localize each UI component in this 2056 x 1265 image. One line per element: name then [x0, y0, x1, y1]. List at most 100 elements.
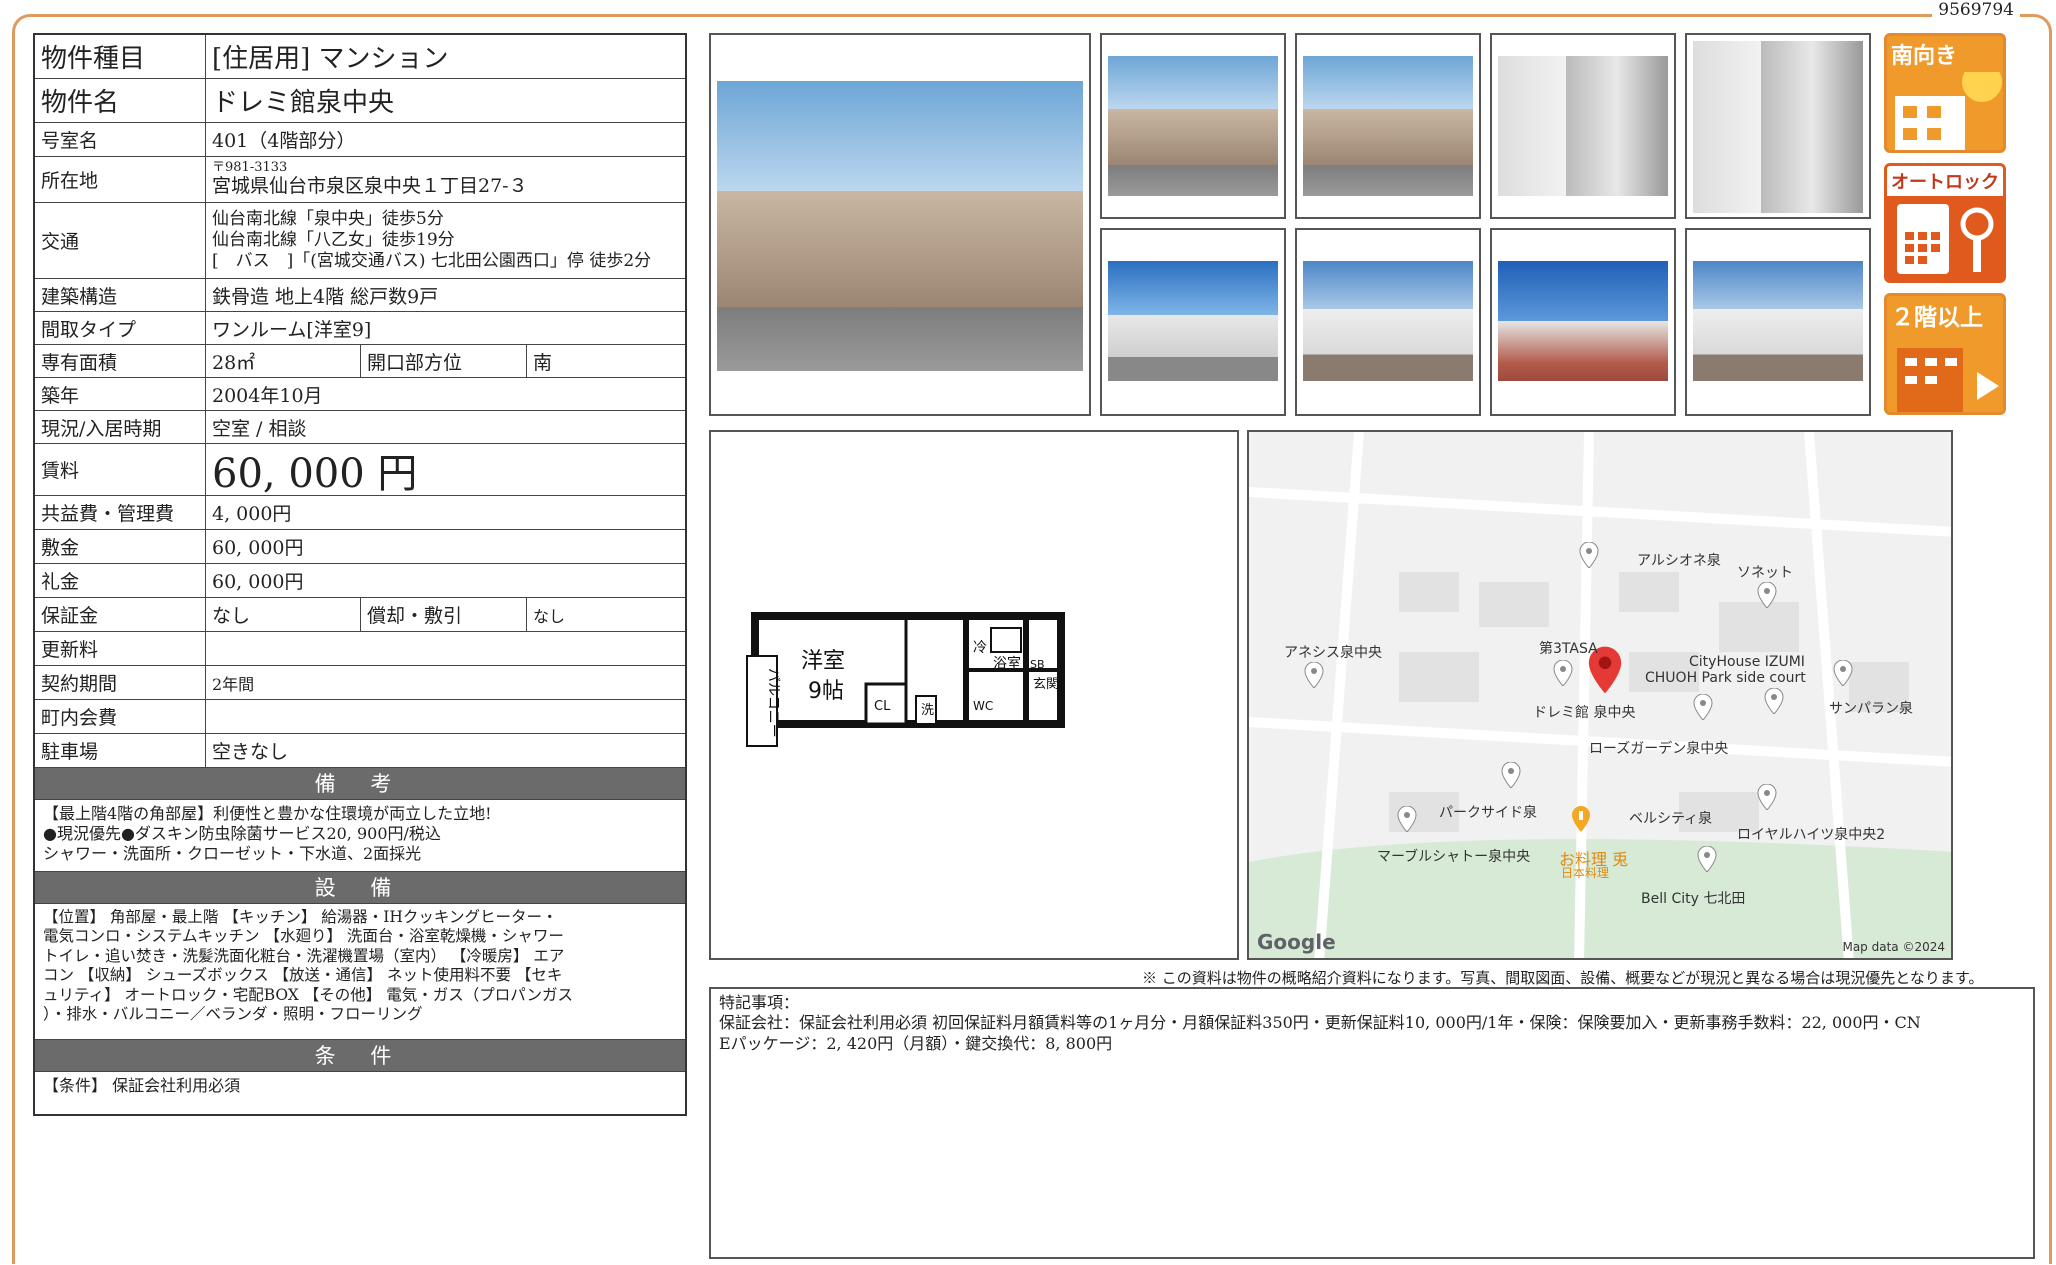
key-money-label: 礼金: [35, 564, 206, 597]
community-label: 町内会費: [35, 700, 206, 733]
fee-value: 4, 000円: [212, 503, 292, 525]
contract-value: 2年間: [212, 674, 255, 694]
photo-image: [1108, 56, 1278, 196]
facilities-heading: 設 備: [35, 872, 685, 904]
row-fee: 共益費・管理費 4, 000円: [35, 496, 685, 530]
map-label: ソネット: [1737, 565, 1793, 581]
transit-line: 仙台南北線「泉中央」徒歩5分: [212, 208, 444, 229]
map-label: CHUOH Park side court: [1645, 670, 1806, 686]
map-pin-icon: [1553, 660, 1573, 686]
photo-mall[interactable]: [1295, 228, 1481, 416]
photo-lobby[interactable]: [1685, 33, 1871, 219]
row-type: 物件種目 [住居用] マンション: [35, 35, 685, 79]
map-label-property: ドレミ館 泉中央: [1533, 705, 1636, 721]
map-pin-icon: [1579, 542, 1599, 568]
special-notes-box: 特記事項： 保証会社：保証会社利用必須 初回保証料月額賃料等の1ヶ月分・月額保証…: [709, 987, 2035, 1259]
built-label: 築年: [35, 378, 206, 410]
row-structure: 建築構造 鉄骨造 地上4階 総戸数9戸: [35, 279, 685, 312]
amortization-value: なし: [533, 606, 566, 626]
autolock-label: オートロック: [1887, 166, 2003, 196]
amortization-label: 償却・敷引: [361, 598, 527, 631]
layout-value: ワンルーム[洋室9]: [212, 318, 372, 341]
deposit-value: 60, 000円: [212, 537, 304, 559]
photo-entrance[interactable]: [1490, 33, 1676, 219]
map-label: ロイヤルハイツ泉中央2: [1737, 827, 1886, 843]
renewal-label: 更新料: [35, 632, 206, 665]
name-label: 物件名: [35, 79, 206, 122]
balcony-label: バルコニー: [765, 668, 781, 738]
row-transit: 交通 仙台南北線「泉中央」徒歩5分 仙台南北線「八乙女」徒歩19分 [ バス ]…: [35, 203, 685, 279]
type-value: [住居用] マンション: [212, 44, 449, 74]
room-label: 号室名: [35, 123, 206, 156]
map-label: サンパラン泉: [1829, 701, 1913, 717]
floorplan-diagram: 洋室 9帖 バルコニー 浴室 冷 SB 玄関 CL 洗 WC: [746, 612, 1065, 747]
facilities-text: 【位置】 角部屋・最上階 【キッチン】 給湯器・IHクッキングヒーター・ 電気コ…: [35, 904, 685, 1040]
deposit-label: 敷金: [35, 530, 206, 563]
structure-value: 鉄骨造 地上4階 総戸数9戸: [212, 285, 439, 308]
status-value: 空室 / 相談: [212, 417, 307, 440]
room-name: 洋室: [801, 649, 845, 674]
row-room: 号室名 401（4階部分）: [35, 123, 685, 157]
map-label: アネシス泉中央: [1284, 645, 1382, 661]
location-map[interactable]: アルシオネ泉 ソネット アネシス泉中央 第3TASA CityHouse IZU…: [1247, 430, 1953, 960]
row-address: 所在地 〒981-3133 宮城県仙台市泉区泉中央１丁目27-３: [35, 157, 685, 203]
property-spec-table: 物件種目 [住居用] マンション 物件名 ドレミ館泉中央 号室名 401（4階部…: [33, 33, 687, 1116]
map-label: ローズガーデン泉中央: [1589, 741, 1729, 757]
built-value: 2004年10月: [212, 384, 323, 407]
map-pin-icon: [1397, 806, 1417, 832]
row-renewal: 更新料: [35, 632, 685, 666]
photo-image: [1303, 261, 1473, 381]
map-label-restaurant-sub: 日本料理: [1561, 866, 1610, 880]
row-key-money: 礼金 60, 000円: [35, 564, 685, 598]
address-zip: 〒981-3133: [212, 160, 288, 176]
south-facing-label: 南向き: [1891, 44, 1958, 69]
layout-label: 間取タイプ: [35, 312, 206, 344]
photo-parking[interactable]: [1100, 228, 1286, 416]
map-label: Bell City 七北田: [1641, 891, 1746, 907]
address-cell: 〒981-3133 宮城県仙台市泉区泉中央１丁目27-３: [206, 157, 685, 202]
upper-floor-label: ２階以上: [1891, 305, 1983, 331]
row-community: 町内会費: [35, 700, 685, 734]
special-notes-line: Eパッケージ：2, 420円（月額）・鍵交換代：8, 800円: [719, 1033, 1113, 1053]
map-pin-icon: [1764, 688, 1784, 714]
wc-label: WC: [973, 699, 993, 713]
photo-exterior-main[interactable]: [709, 33, 1091, 416]
orientation-value: 南: [533, 351, 553, 374]
photo-image: [1693, 41, 1863, 213]
map-pin-icon: [1304, 662, 1324, 688]
orientation-label: 開口部方位: [361, 345, 527, 377]
renewal-value: [206, 632, 685, 665]
room-value: 401（4階部分）: [212, 130, 356, 152]
parking-label: 駐車場: [35, 734, 206, 767]
map-label: マーブルシャトー泉中央: [1377, 849, 1531, 865]
address-label: 所在地: [35, 157, 206, 202]
key-money-value: 60, 000円: [212, 571, 304, 593]
disclaimer-note: ※ この資料は物件の概略紹介資料になります。写真、間取図面、設備、概要などが現況…: [1142, 969, 1984, 987]
contract-label: 契約期間: [35, 666, 206, 699]
photo-image: [1303, 56, 1473, 196]
photo-exterior-3[interactable]: [1295, 33, 1481, 219]
closet-label: CL: [874, 699, 891, 714]
map-pin-icon: [1757, 784, 1777, 810]
restaurant-pin-icon: [1572, 806, 1590, 832]
row-contract: 契約期間 2年間: [35, 666, 685, 700]
special-notes-line: 保証会社：保証会社利用必須 初回保証料月額賃料等の1ヶ月分・月額保証料350円・…: [719, 1013, 1921, 1033]
row-built: 築年 2004年10月: [35, 378, 685, 411]
row-rent: 賃料 60, 000 円: [35, 444, 685, 497]
google-logo: Google: [1257, 930, 1336, 954]
photo-office[interactable]: [1685, 228, 1871, 416]
community-value: [206, 700, 685, 733]
floorplan-panel[interactable]: 洋室 9帖 バルコニー 浴室 冷 SB 玄関 CL 洗 WC: [709, 430, 1239, 960]
photo-image: [1693, 261, 1863, 381]
photo-exterior-2[interactable]: [1100, 33, 1286, 219]
photo-image: [1108, 261, 1278, 381]
fridge-label: 冷: [973, 640, 987, 656]
name-value: ドレミ館泉中央: [212, 88, 395, 118]
structure-label: 建築構造: [35, 279, 206, 311]
map-label: 第3TASA: [1539, 641, 1598, 657]
area-value: 28㎡: [206, 345, 361, 377]
photo-station[interactable]: [1490, 228, 1676, 416]
map-label: ベルシティ泉: [1629, 811, 1713, 827]
address-value: 宮城県仙台市泉区泉中央１丁目27-３: [212, 175, 528, 198]
south-facing-badge: 南向き: [1884, 33, 2006, 153]
